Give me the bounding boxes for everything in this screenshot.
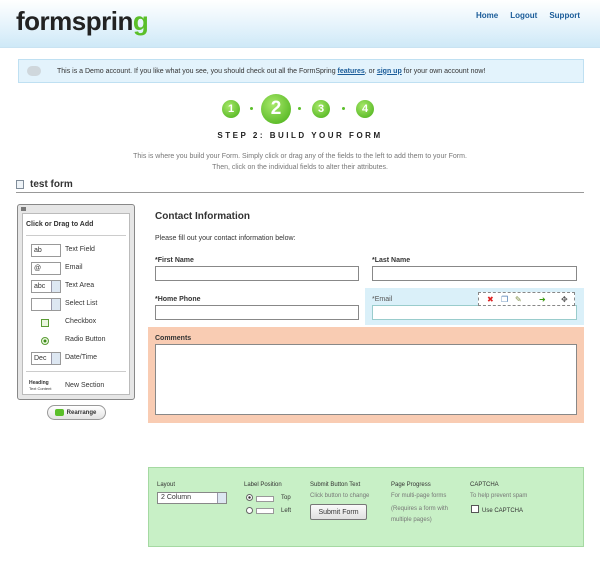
captcha-label: CAPTCHA [470, 482, 499, 488]
captcha-hint: To help prevent spam [470, 493, 528, 499]
palette-item-select-list[interactable]: Select List [27, 298, 129, 312]
palette-item-text-field[interactable]: ab Text Field [27, 244, 129, 258]
heading-icon: Heading Text Content [29, 380, 52, 391]
form-title: test form [30, 179, 73, 190]
chevron-down-icon [51, 299, 60, 310]
email-field-selected[interactable]: *Email ✖ ❐ ✎ ➜ ✥ [365, 288, 584, 325]
document-icon [16, 180, 24, 189]
demo-notice: This is a Demo account. If you like what… [18, 59, 584, 83]
top-nav: Home Logout Support [476, 11, 580, 20]
header: formspring Home Logout Support [0, 0, 600, 48]
move-down-icon[interactable]: ➜ [539, 296, 546, 304]
label-position-label: Label Position [244, 482, 282, 488]
palette-item-email[interactable]: @ Email [27, 262, 129, 276]
nav-logout-link[interactable]: Logout [510, 11, 537, 20]
comments-textarea[interactable] [155, 344, 577, 415]
submit-form-button[interactable]: Submit Form [310, 504, 367, 520]
nav-home-link[interactable]: Home [476, 11, 498, 20]
home-phone-input[interactable] [155, 305, 359, 320]
nav-support-link[interactable]: Support [549, 11, 580, 20]
step-4[interactable]: 4 [356, 100, 374, 118]
palette-item-new-section[interactable]: Heading Text Content New Section [27, 380, 129, 394]
step-2-current: 2 [261, 94, 291, 124]
speech-bubble-icon [27, 66, 41, 76]
edit-icon[interactable]: ✎ [515, 296, 522, 304]
field-toolbar: ✖ ❐ ✎ ➜ ✥ [478, 292, 575, 306]
layout-label: Layout [157, 482, 176, 488]
label-position-left-text: Left [281, 508, 292, 514]
submit-text-hint: Click button to change [310, 493, 370, 499]
features-link[interactable]: features [338, 68, 365, 75]
demo-text: This is a Demo account. If you like what… [57, 67, 486, 75]
palette-item-text-area[interactable]: abc Text Area [27, 280, 129, 294]
first-name-input[interactable] [155, 266, 359, 281]
formspring-logo[interactable]: formspring [16, 6, 149, 37]
section-title[interactable]: Contact Information [155, 211, 250, 222]
select-list-preview [31, 298, 61, 311]
checkbox-icon [41, 319, 49, 327]
email-preview: @ [31, 262, 61, 275]
step-3[interactable]: 3 [312, 100, 330, 118]
intro-text-line-1: This is where you build your Form. Simpl… [133, 153, 467, 160]
text-field-preview: ab [31, 244, 61, 257]
copy-icon[interactable]: ❐ [501, 296, 508, 304]
use-captcha-text: Use CAPTCHA [482, 508, 524, 514]
section-description: Please fill out your contact information… [155, 235, 296, 242]
sign-up-link[interactable]: sign up [377, 68, 402, 75]
step-title: STEP 2: BUILD YOUR FORM [217, 131, 383, 140]
label-position-left-radio[interactable] [246, 507, 253, 514]
page-progress-label: Page Progress [391, 482, 431, 488]
rearrange-button[interactable]: Rearrange [47, 405, 106, 420]
step-progress: 1 2 3 4 [218, 94, 384, 124]
delete-icon[interactable]: ✖ [487, 296, 494, 304]
email-input[interactable] [372, 305, 577, 320]
palette-heading: Click or Drag to Add [26, 221, 94, 228]
submit-text-label: Submit Button Text [310, 482, 361, 488]
home-phone-label: *Home Phone [155, 296, 201, 303]
radio-icon [41, 337, 49, 345]
palette-body: Click or Drag to Add ab Text Field @ Ema… [22, 213, 130, 395]
first-name-label: *First Name [155, 257, 194, 264]
last-name-label: *Last Name [372, 257, 411, 264]
field-palette: Click or Drag to Add ab Text Field @ Ema… [17, 204, 135, 400]
use-captcha-checkbox[interactable] [471, 505, 479, 513]
label-position-top-radio[interactable] [246, 494, 253, 501]
palette-item-checkbox[interactable]: Checkbox [27, 316, 129, 330]
comments-label: Comments [155, 335, 192, 342]
comments-field-active[interactable]: Comments [148, 327, 584, 423]
intro-text-line-2: Then, click on the individual fields to … [212, 164, 388, 171]
last-name-input[interactable] [372, 266, 577, 281]
form-settings-bar: Layout 2 Column Label Position Top Left … [148, 467, 584, 547]
palette-item-date-time[interactable]: Dec Date/Time [27, 352, 129, 366]
rearrange-arrow-icon [55, 409, 64, 416]
text-area-preview: abc [31, 280, 61, 293]
date-time-preview: Dec [31, 352, 61, 365]
chevron-down-icon [217, 493, 226, 503]
form-canvas: Contact Information Please fill out your… [148, 200, 584, 425]
palette-item-radio-button[interactable]: Radio Button [27, 334, 129, 348]
close-icon[interactable] [21, 207, 26, 211]
layout-select[interactable]: 2 Column [157, 492, 227, 504]
form-title-bar: test form [16, 178, 584, 193]
email-label: *Email [372, 296, 393, 303]
label-position-top-text: Top [281, 495, 291, 501]
move-icon[interactable]: ✥ [561, 296, 568, 304]
step-1[interactable]: 1 [222, 100, 240, 118]
